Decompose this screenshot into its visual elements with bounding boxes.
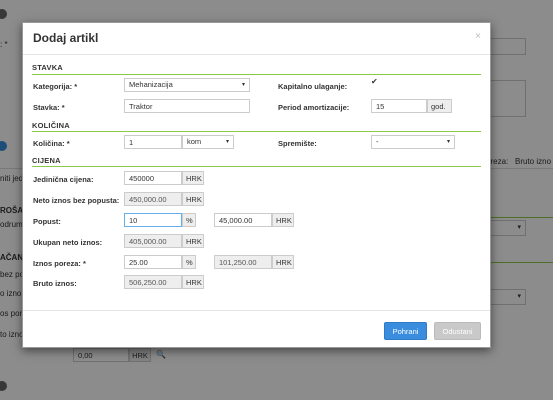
section-divider [32,166,481,167]
section-cijena: CIJENA [32,156,61,165]
kapitalno-label: Kapitalno ulaganje: [278,82,348,91]
porez-input[interactable]: 25.00 [124,255,182,269]
section-divider [32,74,481,75]
jedinicna-input[interactable]: 450000 [124,171,182,185]
period-label: Period amortizacije: [278,103,350,112]
kategorija-label: Kategorija: * [33,82,78,91]
chevron-down-icon: ▾ [241,82,245,88]
porez-label: Iznos poreza: * [33,259,86,268]
chevron-down-icon: ▾ [225,139,229,145]
cancel-button[interactable]: Odustani [434,322,481,340]
modal-footer: Pohrani Odustani [23,310,490,348]
close-icon[interactable]: × [475,31,481,42]
spremiste-value: - [376,137,379,146]
period-input[interactable]: 15 [371,99,427,113]
period-unit: god. [427,99,452,113]
save-button[interactable]: Pohrani [384,322,427,340]
neto-bez-currency: HRK [182,192,204,206]
popust-unit: % [182,213,196,227]
section-kolicina: KOLIČINA [32,121,70,130]
jedinicna-label: Jedinična cijena: [33,175,94,184]
unit-select[interactable]: kom ▾ [182,135,234,149]
ukupan-value: 405,000.00 [124,234,182,248]
porez-amount: 101,250.00 [214,255,272,269]
neto-bez-label: Neto iznos bez popusta: [33,196,120,205]
modal-header: Dodaj artikl × [23,23,490,55]
jedinicna-currency: HRK [182,171,204,185]
stavka-input[interactable]: Traktor [124,99,250,113]
stavka-label: Stavka: * [33,103,65,112]
kapitalno-checkbox[interactable]: ✔ [371,78,379,86]
bruto-label: Bruto iznos: [33,279,77,288]
bruto-currency: HRK [182,275,204,289]
kolicina-label: Količina: * [33,139,70,148]
kolicina-input[interactable]: 1 [124,135,182,149]
ukupan-label: Ukupan neto iznos: [33,238,103,247]
chevron-down-icon: ▾ [446,139,450,145]
porez-unit: % [182,255,196,269]
bruto-value: 506,250.00 [124,275,182,289]
modal-title: Dodaj artikl [33,31,99,45]
popust-label: Popust: [33,217,61,226]
unit-value: kom [187,137,202,146]
spremiste-select[interactable]: - ▾ [371,135,455,149]
ukupan-currency: HRK [182,234,204,248]
kategorija-select[interactable]: Mehanizacija ▾ [124,78,250,92]
kategorija-value: Mehanizacija [129,80,173,89]
section-stavka: STAVKA [32,63,63,72]
popust-amount-input[interactable]: 45,000.00 [214,213,272,227]
spremiste-label: Spremište: [278,139,317,148]
popust-input[interactable]: 10 [124,213,182,227]
popust-currency: HRK [272,213,294,227]
add-item-modal: Dodaj artikl × STAVKA Kategorija: * Meha… [22,22,491,348]
porez-currency: HRK [272,255,294,269]
neto-bez-value: 450,000.00 [124,192,182,206]
section-divider [32,131,481,132]
